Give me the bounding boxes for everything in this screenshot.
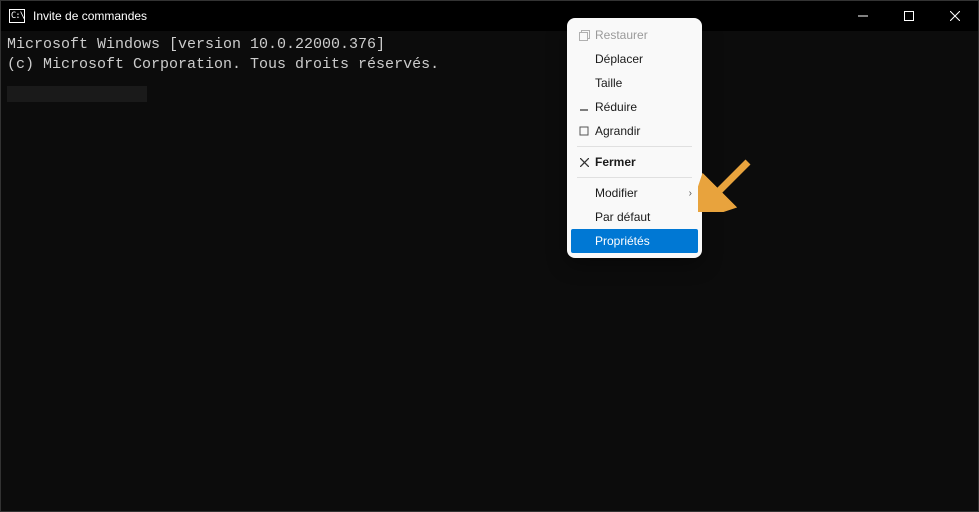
titlebar[interactable]: C:\ Invite de commandes — [1, 1, 978, 31]
terminal-line — [7, 74, 972, 102]
menu-label: Propriétés — [595, 234, 692, 248]
menu-label: Restaurer — [595, 28, 692, 42]
terminal-line: (c) Microsoft Corporation. Tous droits r… — [7, 55, 972, 75]
menu-label: Déplacer — [595, 52, 692, 66]
menu-maximize[interactable]: Agrandir — [567, 119, 702, 143]
menu-properties[interactable]: Propriétés — [571, 229, 698, 253]
close-button[interactable] — [932, 1, 978, 31]
menu-size[interactable]: Taille — [567, 71, 702, 95]
menu-label: Agrandir — [595, 124, 692, 138]
submenu-arrow-icon: › — [689, 188, 692, 199]
menu-label: Réduire — [595, 100, 692, 114]
menu-label: Taille — [595, 76, 692, 90]
minimize-button[interactable] — [840, 1, 886, 31]
window-controls — [840, 1, 978, 31]
minimize-icon — [573, 102, 595, 112]
system-context-menu: Restaurer Déplacer Taille Réduire Agrand… — [567, 18, 702, 258]
menu-move[interactable]: Déplacer — [567, 47, 702, 71]
menu-minimize[interactable]: Réduire — [567, 95, 702, 119]
menu-separator — [577, 146, 692, 147]
menu-label: Par défaut — [595, 210, 692, 224]
terminal-line: Microsoft Windows [version 10.0.22000.37… — [7, 35, 972, 55]
menu-label: Fermer — [595, 155, 692, 169]
terminal-body[interactable]: Microsoft Windows [version 10.0.22000.37… — [1, 31, 978, 511]
menu-modify[interactable]: Modifier › — [567, 181, 702, 205]
redacted-path — [7, 86, 147, 102]
menu-defaults[interactable]: Par défaut — [567, 205, 702, 229]
menu-restore: Restaurer — [567, 23, 702, 47]
cmd-icon: C:\ — [9, 9, 25, 23]
window-title: Invite de commandes — [33, 9, 147, 23]
maximize-button[interactable] — [886, 1, 932, 31]
maximize-icon — [573, 126, 595, 136]
menu-close[interactable]: Fermer — [567, 150, 702, 174]
menu-label: Modifier — [595, 186, 689, 200]
close-icon — [573, 158, 595, 167]
command-prompt-window: C:\ Invite de commandes Microsoft Window… — [0, 0, 979, 512]
restore-icon — [573, 30, 595, 41]
titlebar-left: C:\ Invite de commandes — [9, 9, 147, 23]
menu-separator — [577, 177, 692, 178]
